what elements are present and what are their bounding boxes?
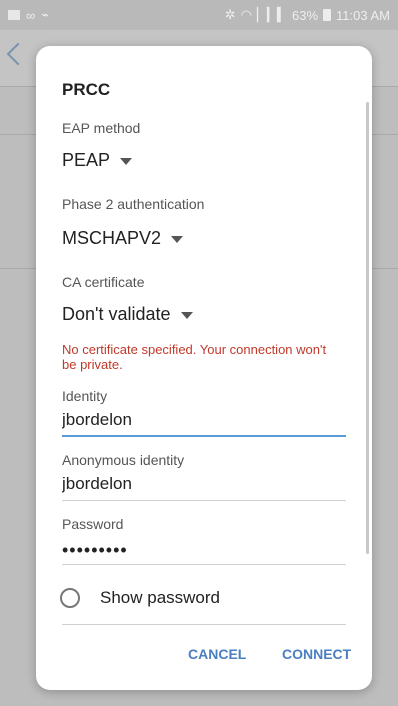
- password-underline: [62, 564, 346, 565]
- dropdown-arrow-icon: [171, 236, 184, 243]
- anonymous-identity-input[interactable]: [62, 468, 346, 500]
- status-right-icons: ✲ ◠ ▏▎▍ 63% 11:03 AM: [225, 7, 390, 23]
- dialog-title: PRCC: [62, 80, 111, 99]
- battery-percent: 63%: [292, 7, 319, 23]
- status-bar: ∞ ⌁ ✲ ◠ ▏▎▍ 63% 11:03 AM: [0, 0, 398, 30]
- dropdown-arrow-icon: [120, 158, 133, 165]
- signal-icon: ▏▎▍: [257, 7, 287, 22]
- ca-certificate-label: CA certificate: [62, 274, 145, 290]
- image-icon: [8, 10, 20, 20]
- scrollbar[interactable]: [366, 102, 369, 554]
- eap-method-label: EAP method: [62, 120, 141, 136]
- anonymous-identity-underline: [62, 500, 346, 501]
- wifi-icon: ◠: [240, 7, 252, 22]
- connect-button[interactable]: CONNECT: [282, 646, 351, 662]
- identity-underline: [62, 435, 346, 437]
- bluetooth-icon: ✲: [224, 7, 236, 22]
- password-label: Password: [62, 516, 124, 532]
- ca-certificate-value: Don't validate: [62, 304, 171, 324]
- identity-input[interactable]: [62, 404, 346, 436]
- phase2-label: Phase 2 authentication: [62, 196, 205, 212]
- clock: 11:03 AM: [336, 7, 390, 23]
- battery-icon: [323, 9, 332, 21]
- voicemail-icon: ∞: [26, 7, 36, 23]
- certificate-warning: No certificate specified. Your connectio…: [62, 342, 327, 372]
- status-left-icons: ∞ ⌁: [8, 7, 49, 23]
- identity-label: Identity: [62, 388, 108, 404]
- wifi-config-dialog: PRCC EAP method PEAP Phase 2 authenticat…: [36, 46, 372, 690]
- eap-method-value: PEAP: [62, 150, 111, 170]
- usb-icon: ⌁: [41, 7, 50, 22]
- cancel-button[interactable]: CANCEL: [188, 646, 246, 662]
- show-password-checkbox[interactable]: [60, 588, 80, 608]
- show-password-toggle[interactable]: Show password: [60, 582, 348, 614]
- phase2-dropdown[interactable]: MSCHAPV2: [62, 228, 184, 249]
- divider: [62, 624, 346, 625]
- eap-method-dropdown[interactable]: PEAP: [62, 150, 133, 171]
- dropdown-arrow-icon: [180, 312, 193, 319]
- phase2-value: MSCHAPV2: [62, 228, 162, 248]
- anonymous-identity-label: Anonymous identity: [62, 452, 185, 468]
- ca-certificate-dropdown[interactable]: Don't validate: [62, 304, 193, 325]
- show-password-label: Show password: [100, 588, 221, 607]
- password-input[interactable]: •••••••••: [62, 540, 128, 561]
